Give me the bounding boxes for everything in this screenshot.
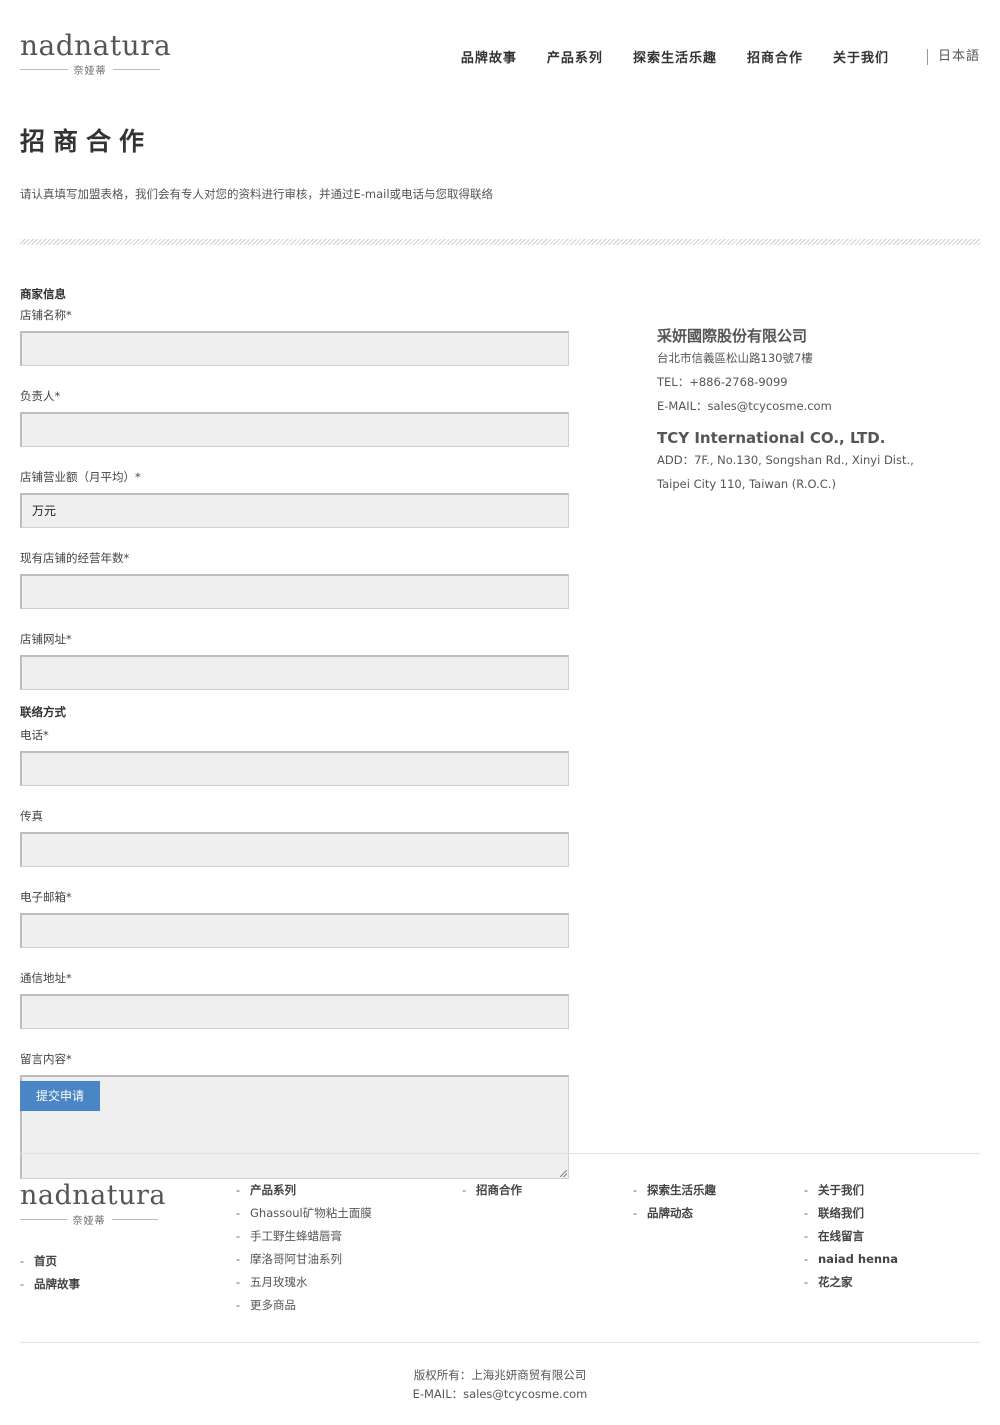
footer-link-more-products[interactable]: - 更多商品 <box>236 1294 372 1317</box>
label-fax: 传真 <box>20 809 43 823</box>
brand-subtitle: 奈娅蒂 <box>20 62 160 77</box>
footer-brand-name: nadnatura <box>20 1180 166 1211</box>
section-merchant-info: 商家信息 <box>20 287 66 301</box>
label-manager: 负责人* <box>20 389 61 403</box>
nav-explore[interactable]: 探索生活乐趣 <box>633 47 717 66</box>
nav-products[interactable]: 产品系列 <box>547 47 603 66</box>
footer-brand-sub-text: 奈娅蒂 <box>72 1216 106 1227</box>
footer-link-beeswax-lipbalm[interactable]: - 手工野生蜂蜡唇膏 <box>236 1225 372 1248</box>
footer-col-home: - 首页 - 品牌故事 <box>20 1250 80 1296</box>
store-url-input[interactable] <box>20 655 569 690</box>
footer-link-argan-oil[interactable]: - 摩洛哥阿甘油系列 <box>236 1248 372 1271</box>
submit-button[interactable]: 提交申请 <box>20 1081 100 1111</box>
company-name-en: TCY International CO., LTD. <box>657 429 886 447</box>
company-tel: TEL：+886-2768-9099 <box>657 375 788 389</box>
footer-logo-rule-right <box>111 1219 158 1220</box>
footer-top-rule <box>20 1153 980 1154</box>
franchise-form: 商家信息 店铺名称* 负责人* 店铺营业额（月平均）* 万元 现有店铺的经营年数… <box>20 286 570 1200</box>
company-address-en-1: ADD：7F., No.130, Songshan Rd., Xinyi Dis… <box>657 453 914 467</box>
label-years-operating: 现有店铺的经营年数* <box>20 551 130 565</box>
company-name-zh: 采妍國際股份有限公司 <box>657 327 808 345</box>
intro-text: 请认真填写加盟表格，我们会有专人对您的资料进行审核，并通过E-mail或电话与您… <box>20 187 494 201</box>
main-nav: 品牌故事 产品系列 探索生活乐趣 招商合作 关于我们 日本語 <box>431 47 980 66</box>
fax-input[interactable] <box>20 832 569 867</box>
footer-brand-subtitle: 奈娅蒂 <box>20 1212 158 1227</box>
footer-col-about: - 关于我们 - 联络我们 - 在线留言 - naiad henna - 花之家 <box>804 1179 898 1294</box>
footer-link-brand-news[interactable]: - 品牌动态 <box>633 1202 716 1225</box>
page-title: 招商合作 <box>20 127 153 156</box>
label-email: 电子邮箱* <box>20 890 72 904</box>
label-store-url: 店铺网址* <box>20 632 72 646</box>
footer-logo[interactable]: nadnatura 奈娅蒂 <box>20 1180 166 1227</box>
email-input[interactable] <box>20 913 569 948</box>
monthly-revenue-input[interactable]: 万元 <box>20 493 569 528</box>
message-textarea[interactable] <box>20 1075 569 1179</box>
language-switch-japanese[interactable]: 日本語 <box>926 48 980 65</box>
store-name-input[interactable] <box>20 331 569 366</box>
footer-col-products: - 产品系列 - Ghassoul矿物粘土面膜 - 手工野生蜂蜡唇膏 - 摩洛哥阿甘油系… <box>236 1179 372 1317</box>
footer-col-explore: - 探索生活乐趣 - 品牌动态 <box>633 1179 716 1225</box>
copyright-text: 版权所有：上海兆妍商贸有限公司 <box>413 1368 587 1382</box>
footer-link-rose-water[interactable]: - 五月玫瑰水 <box>236 1271 372 1294</box>
logo-rule-left <box>20 69 68 70</box>
footer-link-about[interactable]: - 关于我们 <box>804 1179 898 1202</box>
nav-about[interactable]: 关于我们 <box>833 47 889 66</box>
footer-link-brand-story[interactable]: - 品牌故事 <box>20 1273 80 1296</box>
manager-input[interactable] <box>20 412 569 447</box>
company-address-en-2: Taipei City 110, Taiwan (R.O.C.) <box>657 477 836 491</box>
company-address-zh: 台北市信義區松山路130號7樓 <box>657 351 813 365</box>
footer-link-products[interactable]: - 产品系列 <box>236 1179 372 1202</box>
brand-name: nadnatura <box>20 29 172 62</box>
label-phone: 电话* <box>20 728 49 742</box>
years-operating-input[interactable] <box>20 574 569 609</box>
hatched-divider <box>20 239 980 245</box>
company-email[interactable]: E-MAIL：sales@tcycosme.com <box>657 394 977 418</box>
footer-link-home[interactable]: - 首页 <box>20 1250 80 1273</box>
label-monthly-revenue: 店铺营业额（月平均）* <box>20 470 141 484</box>
footer-link-explore[interactable]: - 探索生活乐趣 <box>633 1179 716 1202</box>
footer-col-cooperation: - 招商合作 <box>462 1179 522 1202</box>
footer-link-online-message[interactable]: - 在线留言 <box>804 1225 898 1248</box>
label-store-name: 店铺名称* <box>20 308 72 322</box>
label-address: 通信地址* <box>20 971 72 985</box>
copyright: 版权所有：上海兆妍商贸有限公司 E-MAIL：sales@tcycosme.co… <box>0 1366 1000 1404</box>
footer-bottom-rule <box>20 1342 980 1343</box>
resize-handle-icon[interactable] <box>560 1170 567 1177</box>
company-info: 采妍國際股份有限公司 台北市信義區松山路130號7樓 TEL：+886-2768… <box>657 326 977 496</box>
nav-brand-story[interactable]: 品牌故事 <box>461 47 517 66</box>
brand-logo[interactable]: nadnatura 奈娅蒂 <box>20 29 172 77</box>
footer-link-cooperation[interactable]: - 招商合作 <box>462 1179 522 1202</box>
footer-link-contact[interactable]: - 联络我们 <box>804 1202 898 1225</box>
section-contact-info: 联络方式 <box>20 705 66 719</box>
footer-logo-rule-left <box>20 1219 67 1220</box>
footer-link-ghassoul[interactable]: - Ghassoul矿物粘土面膜 <box>236 1202 372 1225</box>
phone-input[interactable] <box>20 751 569 786</box>
footer-link-naiad-henna[interactable]: - naiad henna <box>804 1248 898 1271</box>
address-input[interactable] <box>20 994 569 1029</box>
nav-cooperation[interactable]: 招商合作 <box>747 47 803 66</box>
brand-sub-text: 奈娅蒂 <box>73 66 107 77</box>
footer-email[interactable]: E-MAIL：sales@tcycosme.com <box>0 1385 1000 1404</box>
footer-link-flower-house[interactable]: - 花之家 <box>804 1271 898 1294</box>
label-message: 留言内容* <box>20 1052 72 1066</box>
logo-rule-right <box>112 69 160 70</box>
